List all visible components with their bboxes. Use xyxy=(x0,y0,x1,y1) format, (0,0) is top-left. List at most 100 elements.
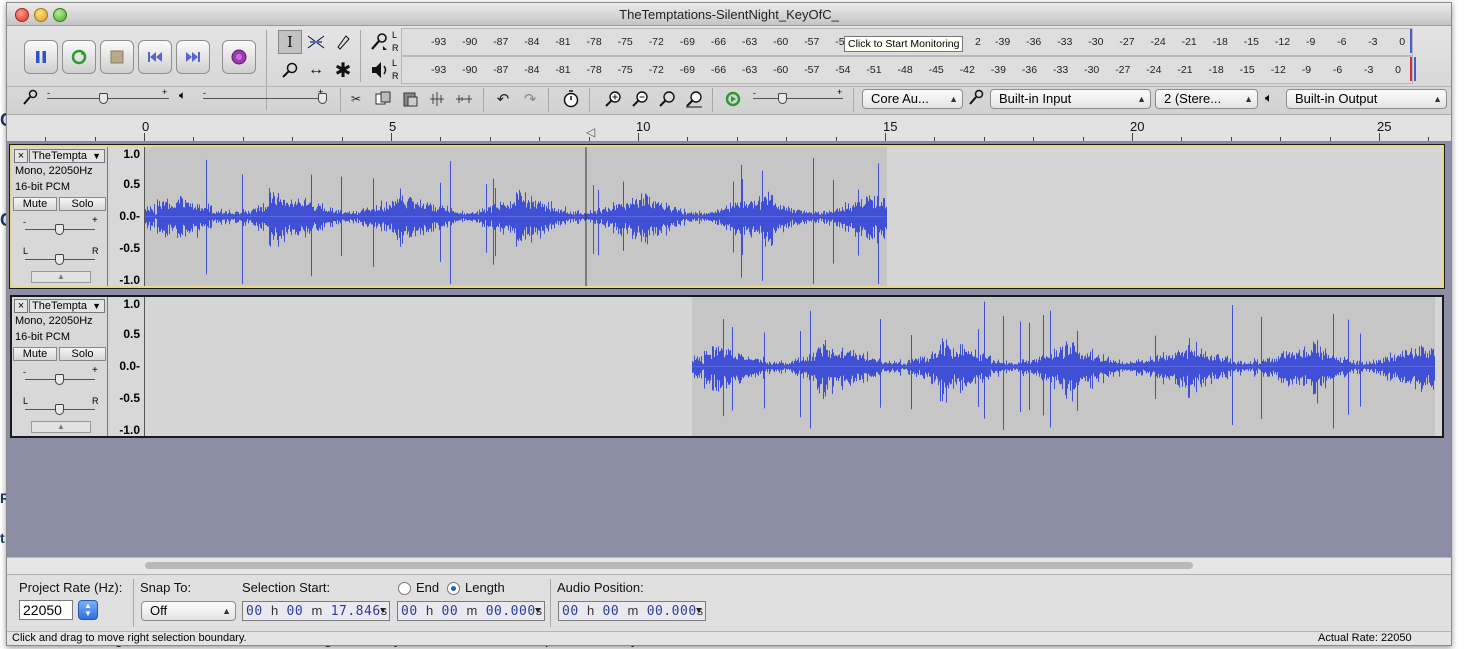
audio-host-select[interactable]: Core Au... ▲ xyxy=(862,89,963,109)
record-button[interactable] xyxy=(222,40,256,74)
title-bar[interactable]: TheTemptations-SilentNight_KeyOfC_ xyxy=(7,3,1451,26)
audio-track[interactable]: × TheTempta ▼ Mono, 22050Hz 16-bit PCM Mu… xyxy=(10,295,1444,438)
pan-slider-thumb[interactable] xyxy=(55,254,64,265)
stop-button[interactable] xyxy=(100,40,134,74)
meter-tick-label: -12 xyxy=(1270,64,1286,76)
meter-tick-label: 2 xyxy=(975,36,981,48)
meter-tick-label: -9 xyxy=(1306,36,1316,48)
gain-slider-thumb[interactable] xyxy=(55,374,64,385)
gain-slider-thumb[interactable] xyxy=(55,224,64,235)
meter-left-label: L xyxy=(392,58,398,68)
output-volume-thumb[interactable] xyxy=(318,93,327,104)
zoom-in-button[interactable] xyxy=(601,88,625,110)
timeline-ruler[interactable]: -505101520253035404550 ◁ xyxy=(7,115,1451,142)
ruler-minor-tick xyxy=(292,137,294,141)
ruler-minor-tick xyxy=(835,137,837,141)
amplitude-label: -0.5 xyxy=(119,241,140,255)
toolbar-separator xyxy=(483,88,484,112)
output-volume-slider[interactable] xyxy=(203,98,325,99)
project-rate-dropdown[interactable]: ▲ ▼ xyxy=(78,600,98,620)
trim-button[interactable] xyxy=(425,88,449,110)
meter-tick-label: -27 xyxy=(1119,36,1135,48)
sync-lock-button[interactable] xyxy=(559,88,583,110)
skip-to-end-button[interactable] xyxy=(176,40,210,74)
audio-host-value: Core Au... xyxy=(871,91,929,106)
microphone-icon xyxy=(371,33,387,50)
track-name-menu[interactable]: TheTempta ▼ xyxy=(29,149,105,163)
dropdown-arrow-icon: ▼ xyxy=(92,151,101,161)
close-track-button[interactable]: × xyxy=(14,149,28,163)
meter-tick-label: -24 xyxy=(1146,64,1162,76)
ruler-minor-tick xyxy=(1329,137,1331,141)
selection-start-time[interactable]: 00 h 00 m 17.846s ▼ xyxy=(242,601,390,621)
close-track-button[interactable]: × xyxy=(14,299,28,313)
mute-button[interactable]: Mute xyxy=(13,197,57,211)
envelope-tool[interactable] xyxy=(304,30,328,54)
fit-selection-button[interactable] xyxy=(655,88,679,110)
undo-button[interactable]: ↶ xyxy=(491,88,515,110)
meter-tick-label: -54 xyxy=(835,64,851,76)
input-channels-select[interactable]: 2 (Stere... ▲ xyxy=(1155,89,1258,109)
silence-button[interactable] xyxy=(452,88,476,110)
meter-tick-label: -81 xyxy=(555,36,571,48)
pan-slider-thumb[interactable] xyxy=(55,404,64,415)
input-volume-slider[interactable] xyxy=(47,98,169,99)
snap-to-select[interactable]: Off ▲ xyxy=(141,601,236,621)
redo-button[interactable]: ↷ xyxy=(518,88,542,110)
fit-project-button[interactable] xyxy=(682,88,706,110)
ruler-minor-tick xyxy=(687,137,689,141)
waveform-area[interactable] xyxy=(145,147,1442,286)
pause-button[interactable] xyxy=(24,40,58,74)
output-volume-icon: 🔈︎ xyxy=(179,88,187,102)
project-rate-input[interactable]: 22050 xyxy=(19,600,73,620)
solo-button[interactable]: Solo xyxy=(59,347,106,361)
meter-tick-label: -72 xyxy=(648,64,664,76)
play-at-speed-button[interactable] xyxy=(721,88,745,110)
zoom-tool[interactable] xyxy=(278,58,302,82)
selection-length-time[interactable]: 00 h 00 m 00.000s ▼ xyxy=(397,601,545,621)
zoom-out-button[interactable] xyxy=(628,88,652,110)
amplitude-label: 1.0 xyxy=(123,297,140,311)
record-meter-menu[interactable] xyxy=(369,31,391,53)
collapse-arrow-icon: ▲ xyxy=(57,272,65,281)
multi-tool[interactable]: ✱ xyxy=(331,58,355,82)
time-shift-tool[interactable]: ↔ xyxy=(304,58,328,82)
input-device-select[interactable]: Built-in Input ▲ xyxy=(990,89,1151,109)
collapse-arrow-icon: ▲ xyxy=(57,422,65,431)
playback-meter-menu[interactable] xyxy=(369,59,391,81)
vertical-amplitude-scale[interactable]: 1.0 0.5 0.0- -0.5 -1.0 xyxy=(108,147,145,287)
audio-track[interactable]: × TheTempta ▼ Mono, 22050Hz 16-bit PCM Mu… xyxy=(10,145,1444,288)
collapse-track-button[interactable]: ▲ xyxy=(31,271,91,283)
paste-button[interactable] xyxy=(398,88,422,110)
end-radio[interactable] xyxy=(398,582,411,595)
input-volume-thumb[interactable] xyxy=(99,93,108,104)
solo-button[interactable]: Solo xyxy=(59,197,106,211)
length-radio[interactable] xyxy=(447,582,460,595)
play-button[interactable] xyxy=(62,40,96,74)
zoom-fit-icon xyxy=(686,91,702,108)
horizontal-scrollbar[interactable] xyxy=(7,557,1451,574)
audio-position-time[interactable]: 00 h 00 m 00.000s ▼ xyxy=(558,601,706,621)
skip-to-start-button[interactable] xyxy=(138,40,172,74)
playback-speed-thumb[interactable] xyxy=(778,93,787,104)
ruler-label: 25 xyxy=(1377,119,1392,134)
waveform-area[interactable] xyxy=(145,297,1442,436)
draw-tool[interactable] xyxy=(331,30,355,54)
pause-icon xyxy=(36,51,46,63)
updown-arrow-icon: ▲ ▼ xyxy=(84,601,92,618)
copy-button[interactable] xyxy=(371,88,395,110)
output-device-select[interactable]: Built-in Output ▲ xyxy=(1286,89,1447,109)
playback-meter-peak xyxy=(1414,57,1416,81)
cut-button[interactable]: ✂ xyxy=(344,88,368,110)
scrollbar-thumb[interactable] xyxy=(145,562,1193,569)
vertical-amplitude-scale[interactable]: 1.0 0.5 0.0- -0.5 -1.0 xyxy=(108,297,145,437)
meter-tick-label: -27 xyxy=(1115,64,1131,76)
track-bit-depth: 16-bit PCM xyxy=(15,181,71,193)
ruler-minor-tick xyxy=(736,137,738,141)
mute-button[interactable]: Mute xyxy=(13,347,57,361)
playback-speed-slider[interactable] xyxy=(753,98,843,99)
selection-tool[interactable]: I xyxy=(278,30,302,54)
track-name-menu[interactable]: TheTempta ▼ xyxy=(29,299,105,313)
collapse-track-button[interactable]: ▲ xyxy=(31,421,91,433)
meter-tick-label: -9 xyxy=(1301,64,1312,76)
